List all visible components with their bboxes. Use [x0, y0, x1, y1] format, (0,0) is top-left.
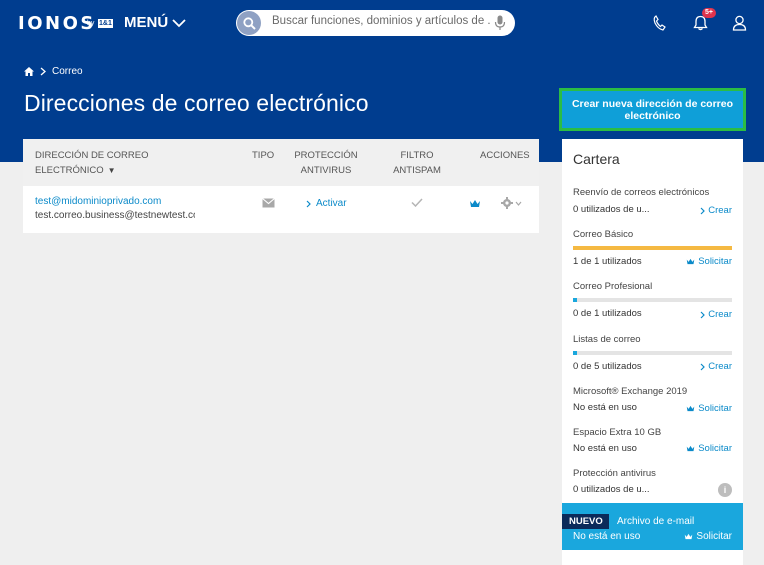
cartera-action-label: Solicitar — [698, 403, 732, 414]
chevron-right-icon — [700, 363, 706, 370]
usage-progress-fill — [573, 351, 577, 355]
cartera-panel: Cartera Reenvío de correos electrónicos … — [562, 139, 743, 565]
email-archive-promo: NUEVO Archivo de e-mail No está en uso S… — [562, 503, 743, 550]
chevron-down-icon — [172, 19, 186, 28]
gear-icon — [501, 197, 513, 209]
request-exchange-link[interactable]: Solicitar — [686, 403, 732, 414]
chevron-right-icon — [40, 67, 46, 76]
cartera-action-label: Crear — [708, 205, 732, 216]
usage-progress-bar — [573, 246, 732, 250]
column-header-type: TIPO — [252, 150, 275, 161]
ionos-logo[interactable]: IONOS — [18, 13, 96, 34]
crown-icon — [686, 405, 695, 412]
cartera-item-value: No está en uso — [573, 402, 637, 413]
promo-label: Archivo de e-mail — [617, 516, 695, 527]
search-input[interactable] — [272, 15, 490, 27]
create-button-highlight: Crear nueva dirección de correo electrón… — [559, 88, 746, 131]
column-header-address[interactable]: DIRECCIÓN DE CORREO ELECTRÓNICO ▼ — [35, 148, 165, 178]
info-icon[interactable]: i — [718, 483, 732, 497]
search-icon[interactable] — [237, 11, 261, 35]
home-icon[interactable] — [24, 67, 34, 76]
breadcrumb: Correo — [24, 66, 83, 77]
sort-down-icon[interactable]: ▼ — [108, 166, 116, 175]
menu-button[interactable]: MENÚ — [124, 14, 186, 31]
actions-menu-button[interactable] — [501, 197, 522, 209]
column-header-antispam: FILTRO ANTISPAM — [393, 150, 441, 176]
activate-antivirus-link[interactable]: Activar — [306, 198, 347, 209]
logo-by-text: by — [87, 20, 95, 27]
crown-icon — [686, 258, 695, 265]
column-header-actions: ACCIONES — [480, 150, 530, 161]
chevron-right-icon — [700, 207, 706, 214]
cartera-item-value: 0 utilizados de u... — [573, 484, 650, 495]
usage-progress-fill — [573, 298, 577, 302]
check-icon — [411, 198, 423, 207]
notification-badge: 5+ — [702, 8, 716, 18]
activate-label: Activar — [316, 198, 347, 209]
create-professional-mail-link[interactable]: Crear — [700, 309, 732, 320]
logo-badge: 1&1 — [98, 19, 113, 28]
chevron-right-icon — [700, 311, 706, 318]
crown-icon — [685, 533, 693, 540]
chevron-down-icon — [515, 201, 522, 206]
top-navigation-bar: IONOS by 1&1 MENÚ 5+ — [0, 0, 764, 46]
cartera-item-label: Reenvío de correos electrónicos — [573, 187, 710, 198]
usage-progress-fill — [573, 246, 732, 250]
request-basic-mail-link[interactable]: Solicitar — [686, 256, 732, 267]
breadcrumb-item-correo[interactable]: Correo — [52, 66, 83, 77]
envelope-icon — [262, 198, 275, 208]
crown-icon — [686, 445, 695, 452]
cartera-item-value: No está en uso — [573, 443, 637, 454]
search-box — [236, 10, 515, 36]
cartera-item-value: 1 de 1 utilizados — [573, 256, 642, 267]
new-badge: NUEVO — [562, 514, 609, 529]
email-address-link[interactable]: test@midominioprivado.com — [35, 196, 161, 207]
cartera-action-label: Solicitar — [698, 256, 732, 267]
user-icon[interactable] — [728, 12, 750, 34]
cartera-item-label: Correo Básico — [573, 229, 634, 240]
cartera-item-value: 0 de 5 utilizados — [573, 361, 642, 372]
cartera-title: Cartera — [573, 151, 620, 167]
column-header-antivirus: PROTECCIÓN ANTIVIRUS — [294, 150, 358, 176]
cartera-action-label: Solicitar — [698, 443, 732, 454]
promo-value: No está en uso — [573, 531, 641, 542]
menu-label: MENÚ — [124, 14, 169, 31]
usage-progress-bar — [573, 351, 732, 355]
request-extra-space-link[interactable]: Solicitar — [686, 443, 732, 454]
cartera-item-label: Microsoft® Exchange 2019 — [573, 386, 688, 397]
cartera-item-label: Listas de correo — [573, 334, 641, 345]
cartera-action-label: Crear — [708, 361, 732, 372]
phone-icon[interactable] — [649, 12, 671, 34]
cartera-item-value: 0 de 1 utilizados — [573, 308, 642, 319]
table-header: DIRECCIÓN DE CORREO ELECTRÓNICO ▼ TIPO PR… — [23, 139, 539, 186]
create-mailing-list-link[interactable]: Crear — [700, 361, 732, 372]
cartera-action-label: Crear — [708, 309, 732, 320]
email-alias: test.correo.business@testnewtest.com — [35, 210, 195, 221]
column-address-label: DIRECCIÓN DE CORREO ELECTRÓNICO — [35, 150, 149, 176]
page-title: Direcciones de correo electrónico — [24, 90, 369, 116]
cartera-item-label: Correo Profesional — [573, 281, 653, 292]
crown-icon[interactable] — [469, 199, 481, 208]
usage-progress-bar — [573, 298, 732, 302]
bell-icon[interactable]: 5+ — [689, 8, 716, 34]
create-forwarding-link[interactable]: Crear — [700, 205, 732, 216]
promo-action-label: Solicitar — [696, 531, 732, 542]
cartera-item-value: 0 utilizados de u... — [573, 204, 650, 215]
microphone-icon[interactable] — [494, 15, 506, 31]
create-email-button[interactable]: Crear nueva dirección de correo electrón… — [562, 91, 743, 128]
chevron-right-icon — [306, 200, 311, 207]
cartera-item-label: Espacio Extra 10 GB — [573, 427, 662, 438]
cartera-item-label: Protección antivirus — [573, 468, 656, 479]
request-archive-link[interactable]: Solicitar — [684, 531, 732, 542]
email-table: DIRECCIÓN DE CORREO ELECTRÓNICO ▼ TIPO PR… — [23, 139, 539, 233]
